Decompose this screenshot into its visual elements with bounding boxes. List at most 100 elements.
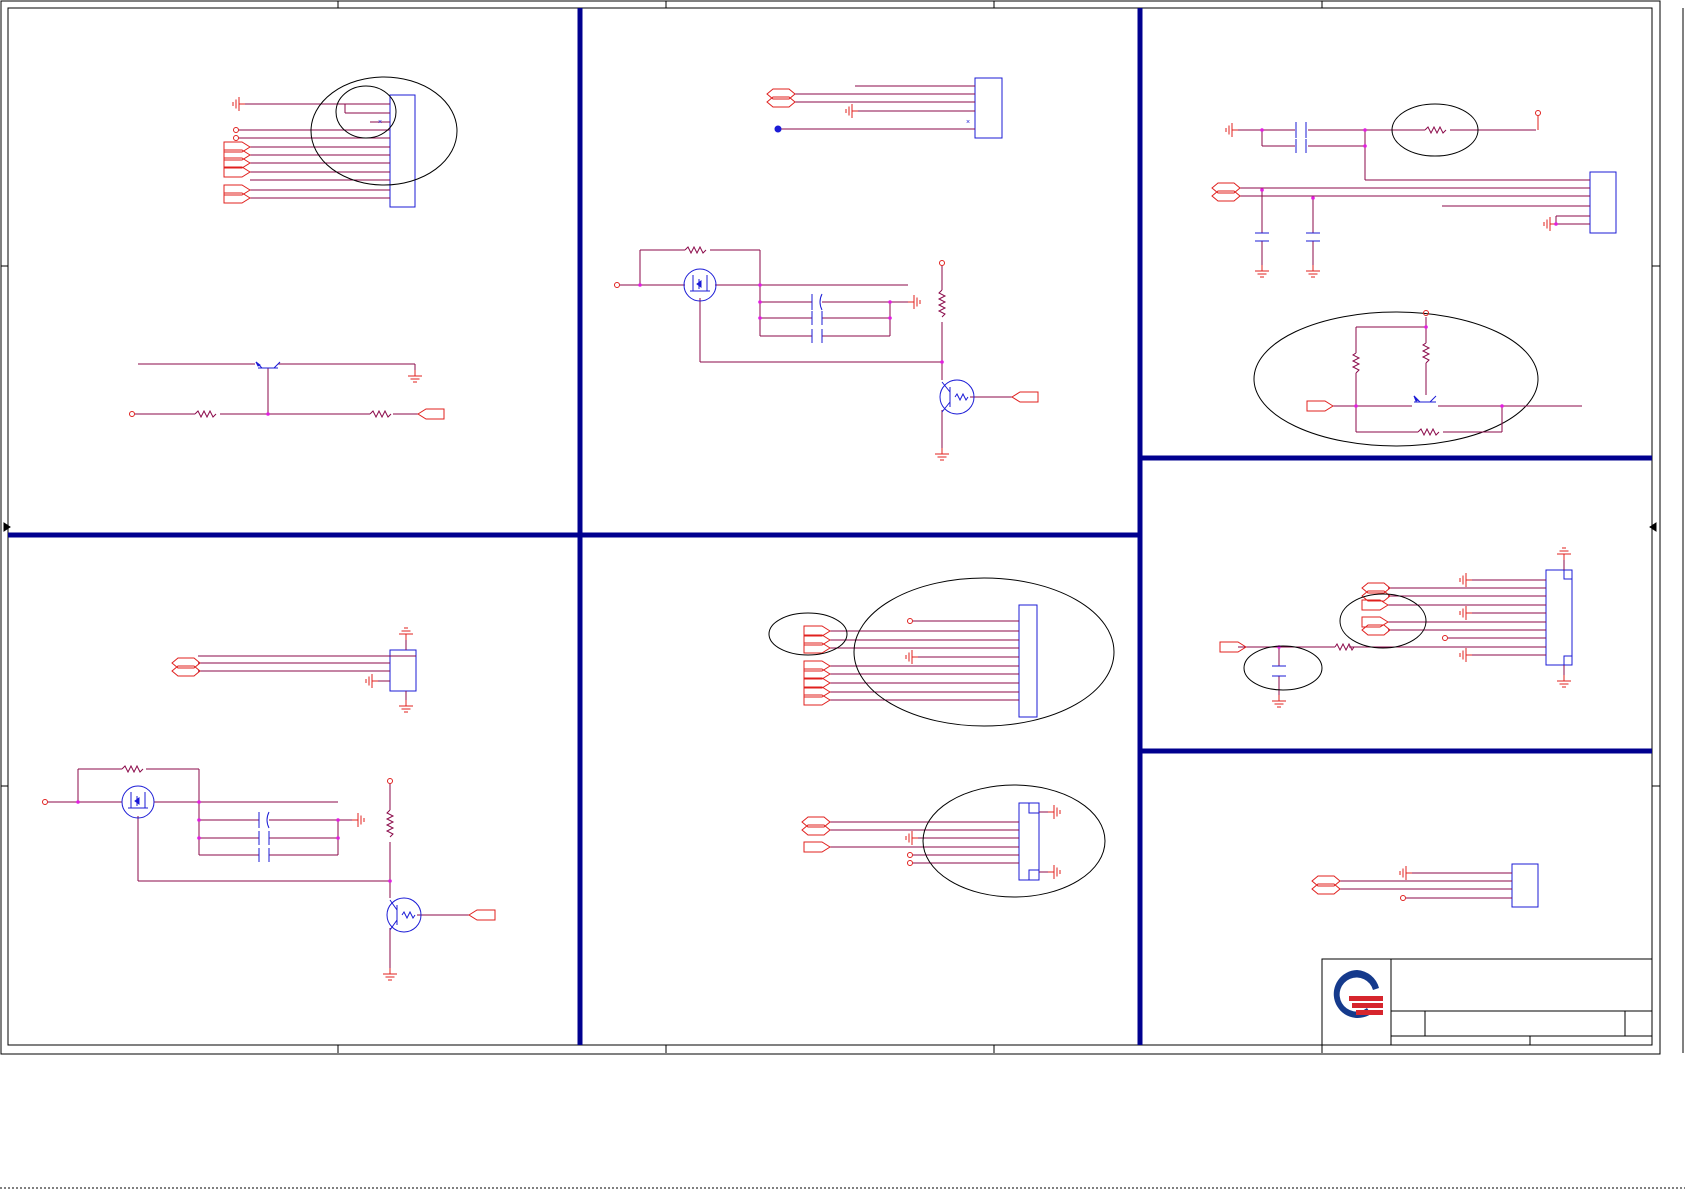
resistor-icon[interactable] xyxy=(1351,352,1361,374)
capacitor-icon[interactable] xyxy=(811,329,823,343)
junction xyxy=(638,283,642,287)
junction xyxy=(336,818,340,822)
chassis-ground-icon xyxy=(1047,804,1061,820)
highlight-ellipse xyxy=(922,784,1106,898)
test-point-icon[interactable] xyxy=(907,860,913,866)
junction xyxy=(197,818,201,822)
connector-icon[interactable] xyxy=(1018,802,1040,881)
highlight-ellipse xyxy=(310,76,458,186)
chassis-ground-icon xyxy=(365,673,379,689)
capacitor-icon[interactable] xyxy=(258,848,270,862)
capacitor-icon[interactable] xyxy=(1295,139,1307,153)
net-port-icon[interactable] xyxy=(468,909,496,921)
net-port-icon[interactable] xyxy=(417,408,445,420)
resistor-icon[interactable] xyxy=(1417,427,1440,437)
junction xyxy=(1363,128,1367,132)
resistor-icon[interactable] xyxy=(369,409,392,419)
highlight-ellipse xyxy=(1243,645,1323,691)
test-point-icon[interactable] xyxy=(1442,635,1448,641)
junction xyxy=(1500,404,1504,408)
test-point-icon[interactable] xyxy=(387,778,393,784)
chassis-ground-icon xyxy=(845,103,859,119)
highlight-ellipse xyxy=(853,577,1115,727)
resistor-icon[interactable] xyxy=(1421,342,1431,364)
junction xyxy=(1363,144,1367,148)
capacitor-icon[interactable] xyxy=(1272,665,1286,677)
ground-icon xyxy=(1556,547,1572,561)
transistor-icon[interactable] xyxy=(386,897,422,933)
junction xyxy=(774,125,782,133)
resistor-icon[interactable] xyxy=(385,809,395,838)
junction xyxy=(758,283,762,287)
test-point-icon[interactable] xyxy=(233,127,239,133)
transistor-icon[interactable] xyxy=(939,379,975,415)
junction xyxy=(76,800,80,804)
test-point-icon[interactable] xyxy=(42,799,48,805)
junction xyxy=(888,300,892,304)
resistor-icon[interactable] xyxy=(194,409,217,419)
capacitor-icon[interactable] xyxy=(258,811,270,829)
resistor-icon[interactable] xyxy=(684,245,707,255)
junction xyxy=(1424,325,1428,329)
transistor-icon[interactable] xyxy=(255,361,281,369)
connector-icon[interactable] xyxy=(974,77,1003,139)
svg-text:×: × xyxy=(378,119,382,126)
chassis-ground-icon xyxy=(1459,647,1473,663)
test-point-icon[interactable] xyxy=(907,618,913,624)
mosfet-icon[interactable] xyxy=(683,268,717,302)
net-port-icon[interactable] xyxy=(1011,391,1039,403)
schematic-sheet: × × xyxy=(0,0,1685,1189)
ground-icon xyxy=(934,447,950,461)
resistor-icon[interactable] xyxy=(121,764,144,774)
transistor-icon[interactable] xyxy=(1413,395,1437,403)
ground-icon xyxy=(398,627,414,641)
junction xyxy=(940,360,944,364)
chassis-ground-icon xyxy=(1459,605,1473,621)
junction xyxy=(197,836,201,840)
capacitor-icon[interactable] xyxy=(1306,232,1320,242)
junction xyxy=(266,412,270,416)
test-point-icon[interactable] xyxy=(614,282,620,288)
test-point-icon[interactable] xyxy=(939,260,945,266)
ground-icon xyxy=(1254,264,1270,278)
capacitor-icon[interactable] xyxy=(811,293,823,311)
junction xyxy=(758,300,762,304)
resistor-icon[interactable] xyxy=(937,289,947,318)
test-point-icon[interactable] xyxy=(129,411,135,417)
connector-icon[interactable] xyxy=(1589,171,1617,234)
section-bottom-middle-connector-1 xyxy=(768,577,1115,727)
chassis-ground-icon xyxy=(1459,572,1473,588)
capacitor-icon[interactable] xyxy=(258,831,270,845)
section-top-right-connector xyxy=(1211,103,1617,278)
ground-icon xyxy=(407,369,423,383)
net-port-icon[interactable] xyxy=(1306,400,1334,412)
company-logo-icon xyxy=(1333,970,1383,1018)
junction xyxy=(336,836,340,840)
capacitor-icon[interactable] xyxy=(1255,232,1269,242)
connector-icon[interactable] xyxy=(1511,863,1539,908)
section-top-middle-power-switch xyxy=(614,245,1039,461)
highlight-ellipse xyxy=(1253,311,1539,447)
mosfet-icon[interactable] xyxy=(121,785,155,819)
test-point-icon[interactable] xyxy=(233,135,239,141)
junction xyxy=(388,879,392,883)
connector-icon[interactable] xyxy=(389,94,416,208)
junction xyxy=(1311,196,1315,200)
section-bottom-middle-connector-2 xyxy=(801,784,1106,898)
capacitor-icon[interactable] xyxy=(1295,122,1307,138)
capacitor-icon[interactable] xyxy=(811,311,823,325)
connector-icon[interactable] xyxy=(1018,604,1038,718)
resistor-icon[interactable] xyxy=(1424,125,1447,135)
junction xyxy=(1260,188,1264,192)
ground-icon xyxy=(1305,264,1321,278)
chassis-ground-icon xyxy=(1543,216,1557,232)
test-point-icon[interactable] xyxy=(1535,110,1541,116)
section-top-left-transistor xyxy=(129,361,445,420)
ground-icon xyxy=(398,699,414,713)
net-port-icon[interactable] xyxy=(803,841,831,853)
section-top-left-connector: × xyxy=(223,76,458,208)
connector-icon[interactable] xyxy=(1545,569,1573,666)
test-point-icon[interactable] xyxy=(907,852,913,858)
test-point-icon[interactable] xyxy=(1400,895,1406,901)
ground-icon xyxy=(1556,674,1572,688)
